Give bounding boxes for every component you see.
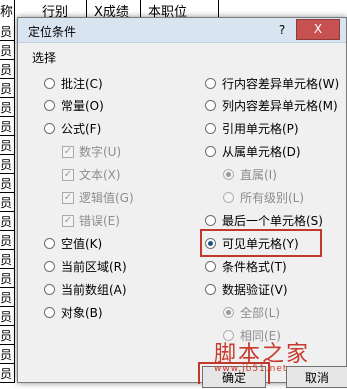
row-label-cell: 员 bbox=[0, 272, 14, 288]
option-label: 从属单元格(D) bbox=[222, 145, 301, 159]
row-label-cell: 员 bbox=[0, 63, 14, 79]
radio-icon[interactable] bbox=[205, 284, 216, 295]
close-button[interactable]: X bbox=[296, 19, 340, 40]
radio-icon[interactable] bbox=[205, 215, 216, 226]
radio-icon[interactable] bbox=[205, 78, 216, 89]
row-label-cell: 员 bbox=[0, 158, 14, 174]
option-label: 数据验证(V) bbox=[222, 283, 288, 297]
radio-icon[interactable] bbox=[44, 284, 55, 295]
radio-icon[interactable] bbox=[205, 100, 216, 111]
option-label: 对象(B) bbox=[61, 306, 103, 320]
grid-line bbox=[86, 0, 87, 17]
dialog-titlebar: 定位条件 ? X bbox=[18, 18, 346, 43]
radio-icon[interactable] bbox=[205, 261, 216, 272]
dialog-title: 定位条件 bbox=[28, 25, 77, 39]
radio-icon bbox=[223, 192, 234, 203]
row-label-cell: 员 bbox=[0, 234, 14, 250]
option-label: 所有级别(L) bbox=[240, 191, 305, 205]
radio-icon bbox=[223, 307, 234, 318]
option-label: 常量(O) bbox=[61, 99, 104, 113]
option-label: 列内容差异单元格(M) bbox=[222, 99, 338, 113]
row-label-cell: 员 bbox=[0, 215, 14, 231]
row-label-cell: 员 bbox=[0, 196, 14, 212]
option-label: 最后一个单元格(S) bbox=[222, 214, 323, 228]
option-label: 公式(F) bbox=[61, 122, 102, 136]
option-label: 直属(I) bbox=[240, 168, 277, 182]
radio-icon[interactable] bbox=[44, 123, 55, 134]
row-label-cell: 员 bbox=[0, 120, 14, 136]
watermark-url: www.jb51.net bbox=[214, 364, 288, 374]
radio-icon[interactable] bbox=[205, 123, 216, 134]
option-label: 错误(E) bbox=[79, 214, 120, 228]
select-group-label: 选择 bbox=[32, 51, 57, 65]
option-label: 数字(U) bbox=[79, 145, 122, 159]
option-label: 引用单元格(P) bbox=[222, 122, 299, 136]
go-to-special-dialog: 定位条件 ? X 选择 批注(C) 常量(O) 公式(F) ✓ 数字(U) ✓ … bbox=[17, 17, 347, 388]
column-header-fragment: 称 bbox=[0, 5, 14, 20]
radio-icon[interactable] bbox=[205, 146, 216, 157]
row-label-cell: 员 bbox=[0, 253, 14, 269]
grid-line bbox=[140, 0, 141, 17]
checkbox-icon: ✓ bbox=[62, 169, 74, 181]
checkbox-icon: ✓ bbox=[62, 215, 74, 227]
row-label-cell: 员 bbox=[0, 310, 14, 326]
option-label: 行内容差异单元格(W) bbox=[222, 77, 340, 91]
row-label-cell: 员 bbox=[0, 101, 14, 117]
option-label: 逻辑值(G) bbox=[79, 191, 134, 205]
option-label: 批注(C) bbox=[61, 77, 103, 91]
option-label: 空值(K) bbox=[61, 237, 103, 251]
row-label-cell: 员 bbox=[0, 367, 14, 383]
option-label: 当前区域(R) bbox=[61, 260, 127, 274]
row-label-cell: 员 bbox=[0, 177, 14, 193]
help-button[interactable]: ? bbox=[271, 22, 293, 38]
radio-icon[interactable] bbox=[44, 100, 55, 111]
row-label-cell: 员 bbox=[0, 25, 14, 41]
radio-icon[interactable] bbox=[44, 261, 55, 272]
option-label: 可见单元格(Y) bbox=[222, 237, 299, 251]
row-label-cell: 员 bbox=[0, 82, 14, 98]
row-label-cell: 员 bbox=[0, 291, 14, 307]
checkbox-icon: ✓ bbox=[62, 146, 74, 158]
radio-icon[interactable] bbox=[205, 238, 216, 249]
row-label-cell: 员 bbox=[0, 348, 14, 364]
row-label-cell: 员 bbox=[0, 44, 14, 60]
option-label: 文本(X) bbox=[79, 168, 121, 182]
option-label: 当前数组(A) bbox=[61, 283, 127, 297]
option-label: 全部(L) bbox=[240, 306, 281, 320]
radio-icon[interactable] bbox=[44, 238, 55, 249]
radio-icon[interactable] bbox=[44, 307, 55, 318]
grid-line bbox=[14, 0, 15, 383]
row-label-cell: 员 bbox=[0, 139, 14, 155]
cancel-button[interactable]: 取消 bbox=[286, 366, 347, 388]
checkbox-icon: ✓ bbox=[62, 192, 74, 204]
grid-line bbox=[218, 0, 219, 17]
radio-icon bbox=[223, 169, 234, 180]
radio-icon[interactable] bbox=[44, 78, 55, 89]
option-label: 条件格式(T) bbox=[222, 260, 287, 274]
row-label-cell: 员 bbox=[0, 329, 14, 345]
